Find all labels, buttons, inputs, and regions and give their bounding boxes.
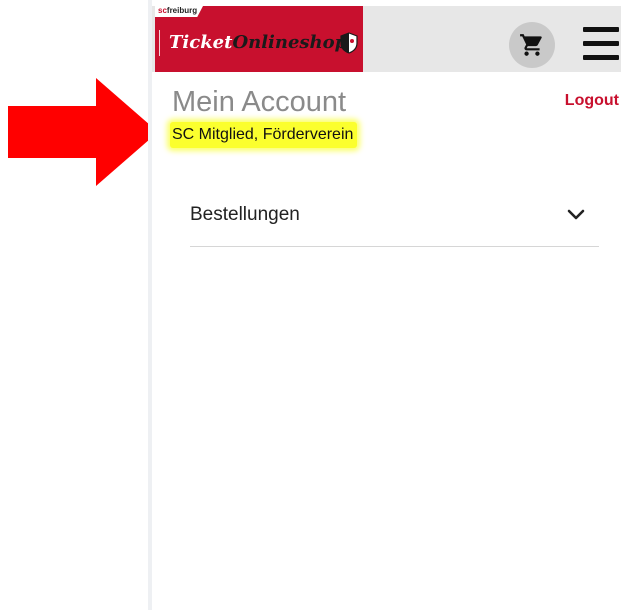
hamburger-menu-icon-bar <box>583 55 619 60</box>
phone-screen: scfreiburg TicketOnlineshop Mein Account… <box>152 0 621 610</box>
orders-label: Bestellungen <box>190 204 300 225</box>
hamburger-menu-button[interactable] <box>583 27 619 61</box>
brand-tab: scfreiburg <box>155 6 203 17</box>
brand-divider <box>159 30 160 56</box>
logout-link[interactable]: Logout <box>565 92 619 110</box>
app-header: scfreiburg TicketOnlineshop <box>152 6 621 72</box>
page-title: Mein Account <box>172 86 347 118</box>
cart-button[interactable] <box>509 22 555 68</box>
cart-icon <box>520 34 542 56</box>
brand-logo-banner[interactable]: scfreiburg TicketOnlineshop <box>155 6 363 72</box>
annotation-arrow-icon <box>8 78 158 186</box>
club-crest-icon <box>340 32 358 54</box>
chevron-down-icon <box>567 209 585 220</box>
orders-accordion[interactable]: Bestellungen <box>190 188 599 247</box>
membership-status: SC Mitglied, Förderverein <box>170 122 358 148</box>
brand-title: TicketOnlineshop <box>169 32 348 53</box>
screenshot-stage: scfreiburg TicketOnlineshop Mein Account… <box>0 0 621 610</box>
brand-small-wordmark: scfreiburg <box>158 6 198 15</box>
hamburger-menu-icon <box>583 27 619 32</box>
hamburger-menu-icon-bar <box>583 41 619 46</box>
